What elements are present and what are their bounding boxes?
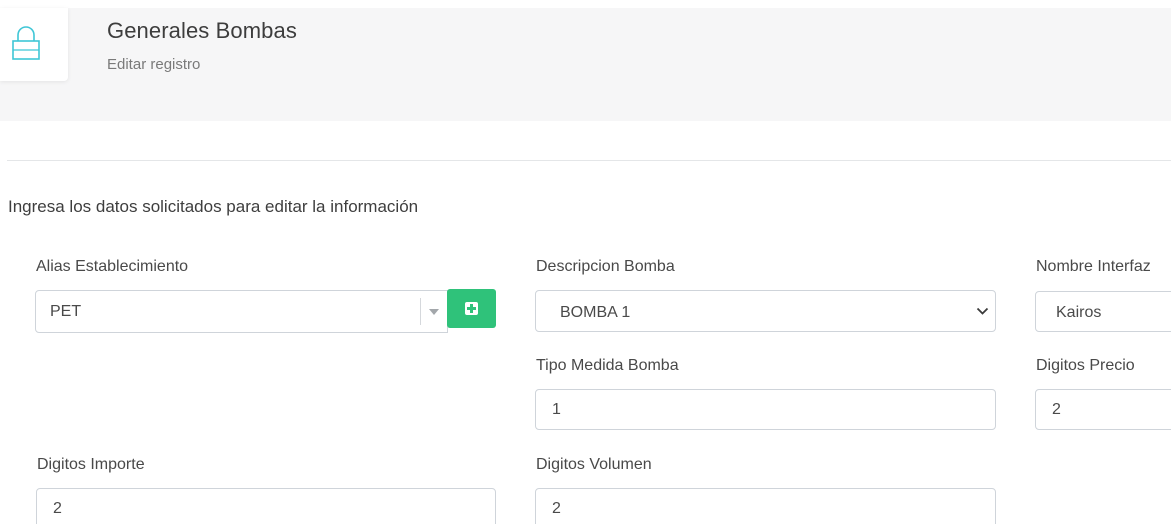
- alias-establecimiento-label: Alias Establecimiento: [36, 258, 189, 275]
- page: Generales Bombas Editar registro Ingresa…: [0, 0, 1171, 524]
- digitos-precio-input[interactable]: 2: [1035, 389, 1171, 430]
- form-instructions: Ingresa los datos solicitados para edita…: [8, 197, 419, 216]
- alias-establecimiento-value: PET: [50, 303, 82, 320]
- descripcion-bomba-value: BOMBA 1: [560, 304, 631, 321]
- divider: [7, 160, 1171, 161]
- add-establecimiento-button[interactable]: [447, 289, 496, 328]
- page-subtitle: Editar registro: [107, 56, 201, 73]
- tipo-medida-bomba-input[interactable]: 1: [535, 389, 996, 430]
- digitos-volumen-label: Digitos Volumen: [536, 456, 652, 473]
- digitos-importe-label: Digitos Importe: [37, 456, 145, 473]
- alias-establecimiento-combobox[interactable]: PET: [35, 290, 448, 333]
- combo-separator: [420, 298, 421, 325]
- digitos-volumen-input[interactable]: 2: [535, 488, 996, 524]
- tipo-medida-bomba-label: Tipo Medida Bomba: [536, 357, 679, 374]
- lock-icon: [12, 26, 40, 60]
- descripcion-bomba-label: Descripcion Bomba: [536, 258, 675, 275]
- digitos-precio-label: Digitos Precio: [1036, 357, 1135, 374]
- chevron-down-icon: [976, 307, 989, 315]
- plus-square-icon: [465, 302, 478, 315]
- page-title: Generales Bombas: [107, 18, 297, 43]
- nombre-interfaz-input[interactable]: Kairos: [1035, 291, 1171, 332]
- digitos-importe-input[interactable]: 2: [36, 488, 496, 524]
- descripcion-bomba-select[interactable]: BOMBA 1: [535, 290, 996, 332]
- page-icon-box: [0, 8, 68, 81]
- nombre-interfaz-label: Nombre Interfaz: [1036, 258, 1151, 275]
- caret-down-icon[interactable]: [429, 309, 439, 315]
